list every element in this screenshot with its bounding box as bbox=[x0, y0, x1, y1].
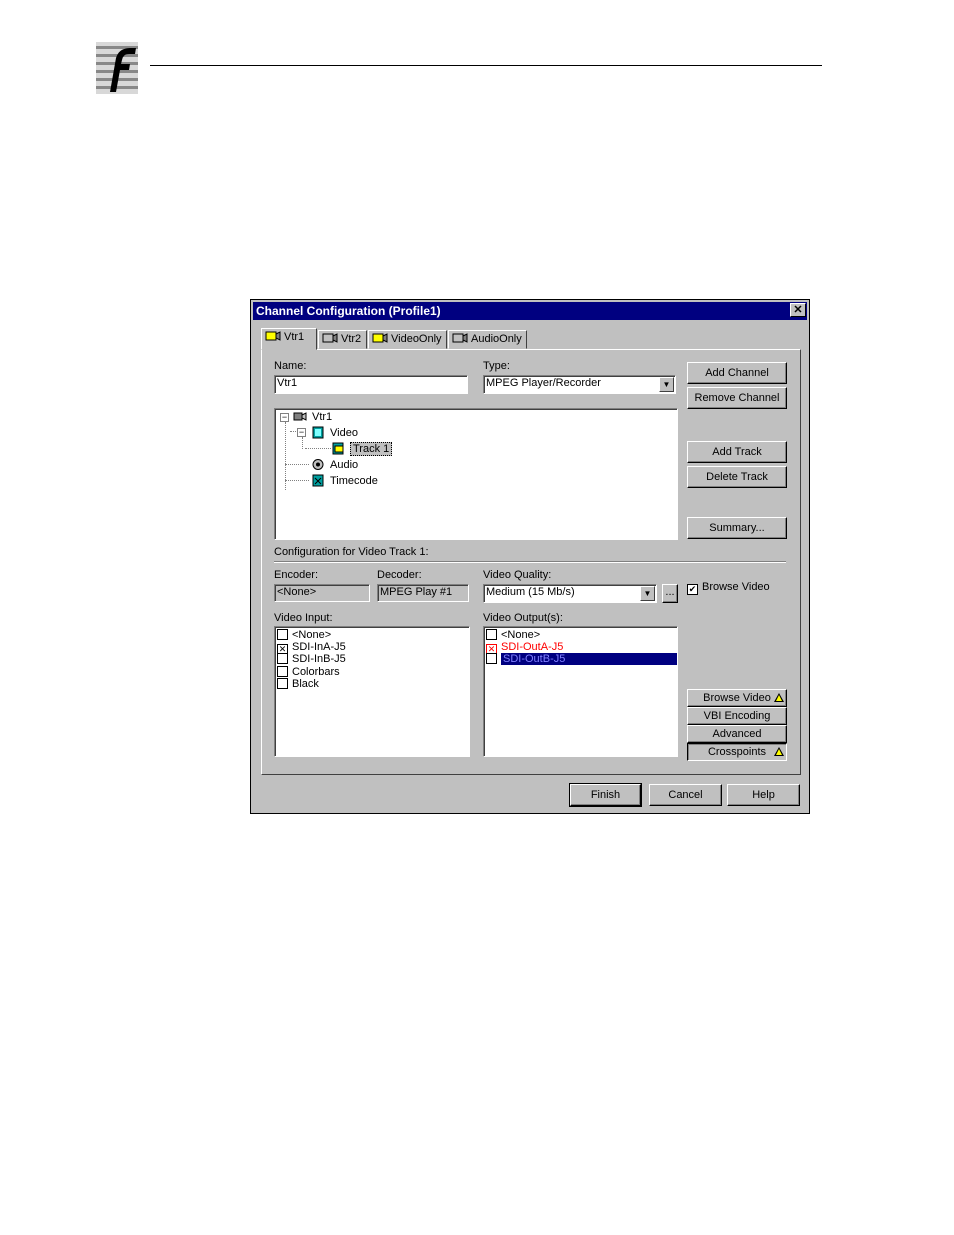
encoder-label: Encoder: bbox=[274, 569, 319, 581]
warning-icon bbox=[774, 693, 784, 702]
video-input-label: Video Input: bbox=[274, 612, 333, 624]
add-channel-button[interactable]: Add Channel bbox=[687, 362, 787, 384]
tab-label: Vtr2 bbox=[341, 333, 362, 345]
dialog-title: Channel Configuration (Profile1) bbox=[253, 302, 807, 320]
checkbox-icon bbox=[277, 666, 288, 677]
tab-label: Vtr1 bbox=[284, 331, 305, 343]
chevron-down-icon[interactable]: ▼ bbox=[640, 586, 655, 601]
tree-node-label: Timecode bbox=[330, 475, 378, 487]
list-item-label: Black bbox=[292, 678, 319, 690]
name-input[interactable]: Vtr1 bbox=[274, 375, 468, 394]
track-icon bbox=[332, 442, 344, 455]
tree-node-video[interactable]: Video bbox=[311, 426, 358, 440]
name-label: Name: bbox=[274, 360, 307, 372]
close-icon: ✕ bbox=[793, 304, 803, 316]
close-button[interactable]: ✕ bbox=[790, 303, 806, 317]
tree-node-label: Track 1 bbox=[350, 442, 393, 456]
browse-video-check-label: Browse Video bbox=[702, 581, 770, 593]
checkbox-icon bbox=[277, 653, 288, 664]
channel-configuration-dialog: Channel Configuration (Profile1) ✕ Vtr1 … bbox=[250, 299, 810, 814]
type-select[interactable]: MPEG Player/Recorder ▼ bbox=[483, 375, 676, 394]
decoder-label: Decoder: bbox=[377, 569, 422, 581]
collapse-icon[interactable]: − bbox=[280, 413, 289, 422]
type-label: Type: bbox=[483, 360, 510, 372]
checkbox-icon bbox=[486, 629, 497, 640]
warning-icon bbox=[774, 747, 784, 756]
list-item[interactable]: ✕ SDI-OutA-J5 bbox=[486, 641, 564, 655]
decoder-field: MPEG Play #1 bbox=[377, 584, 469, 602]
list-item-label: SDI-InA-J5 bbox=[292, 641, 346, 653]
cancel-button[interactable]: Cancel bbox=[649, 784, 722, 806]
video-icon bbox=[312, 426, 324, 439]
video-quality-select[interactable]: Medium (15 Mb/s) ▼ bbox=[483, 584, 657, 603]
timecode-icon bbox=[312, 474, 324, 487]
tree-node-label: Audio bbox=[330, 459, 359, 471]
tab-vtr1[interactable]: Vtr1 bbox=[261, 328, 317, 350]
channel-icon bbox=[265, 331, 281, 341]
tree-node-timecode[interactable]: Timecode bbox=[311, 474, 378, 488]
advanced-button[interactable]: Advanced bbox=[687, 725, 787, 743]
list-item-label: <None> bbox=[292, 629, 332, 641]
tree-node-vtr1[interactable]: Vtr1 bbox=[293, 410, 332, 424]
video-quality-label: Video Quality: bbox=[483, 569, 552, 581]
checkbox-icon bbox=[277, 629, 288, 640]
separator bbox=[274, 561, 786, 563]
chevron-down-icon[interactable]: ▼ bbox=[659, 377, 674, 392]
list-item[interactable]: Black bbox=[277, 678, 319, 690]
list-item[interactable]: ✕ SDI-InA-J5 bbox=[277, 641, 346, 655]
video-output-label: Video Output(s): bbox=[483, 612, 563, 624]
checkbox-checked-icon: ✔ bbox=[687, 584, 698, 595]
tab-audioonly[interactable]: AudioOnly bbox=[448, 330, 527, 349]
encoder-field: <None> bbox=[274, 584, 370, 602]
vbi-encoding-button[interactable]: VBI Encoding bbox=[687, 707, 787, 725]
tab-label: AudioOnly bbox=[471, 333, 522, 345]
list-item-label: SDI-InB-J5 bbox=[292, 653, 346, 665]
speaker-icon bbox=[312, 459, 324, 470]
crosspoints-button-label: Crosspoints bbox=[707, 746, 767, 758]
list-item[interactable]: Colorbars bbox=[277, 666, 340, 678]
video-quality-more-button[interactable]: ... bbox=[662, 584, 678, 603]
browse-video-button-label: Browse Video bbox=[703, 692, 771, 704]
finish-button[interactable]: Finish bbox=[569, 783, 642, 807]
list-item[interactable]: <None> bbox=[486, 629, 540, 641]
summary-button[interactable]: Summary... bbox=[687, 517, 787, 539]
browse-video-checkbox[interactable]: ✔ Browse Video bbox=[687, 581, 770, 595]
company-logo bbox=[96, 42, 138, 94]
list-item-label: <None> bbox=[501, 629, 541, 641]
list-item[interactable]: <None> bbox=[277, 629, 331, 641]
channel-tree[interactable]: − − Vtr1 Video Track 1 Audio Timecode bbox=[274, 408, 678, 540]
channel-icon bbox=[372, 333, 388, 343]
add-track-button[interactable]: Add Track bbox=[687, 441, 787, 463]
list-item-selected[interactable]: SDI-OutB-J5 bbox=[486, 653, 677, 665]
remove-channel-button[interactable]: Remove Channel bbox=[687, 387, 787, 409]
channel-icon bbox=[322, 333, 338, 343]
video-output-list[interactable]: <None> ✕ SDI-OutA-J5 SDI-OutB-J5 bbox=[483, 626, 678, 757]
video-input-list[interactable]: <None> ✕ SDI-InA-J5 SDI-InB-J5 Colorbars … bbox=[274, 626, 470, 757]
tab-label: VideoOnly bbox=[391, 333, 442, 345]
channel-icon bbox=[293, 412, 307, 421]
help-button[interactable]: Help bbox=[727, 784, 800, 806]
tree-node-audio[interactable]: Audio bbox=[311, 458, 358, 472]
tab-videoonly[interactable]: VideoOnly bbox=[368, 330, 447, 349]
checkbox-icon bbox=[486, 653, 497, 664]
list-item-label: Colorbars bbox=[292, 666, 340, 678]
delete-track-button[interactable]: Delete Track bbox=[687, 466, 787, 488]
tree-node-label: Video bbox=[330, 427, 358, 439]
collapse-icon[interactable]: − bbox=[297, 428, 306, 437]
browse-video-button[interactable]: Browse Video bbox=[687, 689, 787, 707]
channel-icon bbox=[452, 333, 468, 343]
list-item[interactable]: SDI-InB-J5 bbox=[277, 653, 346, 665]
header-rule bbox=[150, 65, 822, 66]
crosspoints-button[interactable]: Crosspoints bbox=[687, 743, 787, 761]
config-heading: Configuration for Video Track 1: bbox=[274, 546, 429, 558]
tab-vtr2[interactable]: Vtr2 bbox=[318, 330, 367, 349]
type-value: MPEG Player/Recorder bbox=[486, 377, 601, 389]
list-item-label: SDI-OutB-J5 bbox=[501, 653, 677, 665]
checkbox-icon bbox=[277, 678, 288, 689]
list-item-label: SDI-OutA-J5 bbox=[501, 641, 564, 653]
tree-node-track-1[interactable]: Track 1 bbox=[331, 442, 393, 456]
tree-node-label: Vtr1 bbox=[312, 411, 333, 423]
video-quality-value: Medium (15 Mb/s) bbox=[486, 586, 575, 598]
tab-panel: Name: Vtr1 Type: MPEG Player/Recorder ▼ … bbox=[261, 349, 801, 775]
